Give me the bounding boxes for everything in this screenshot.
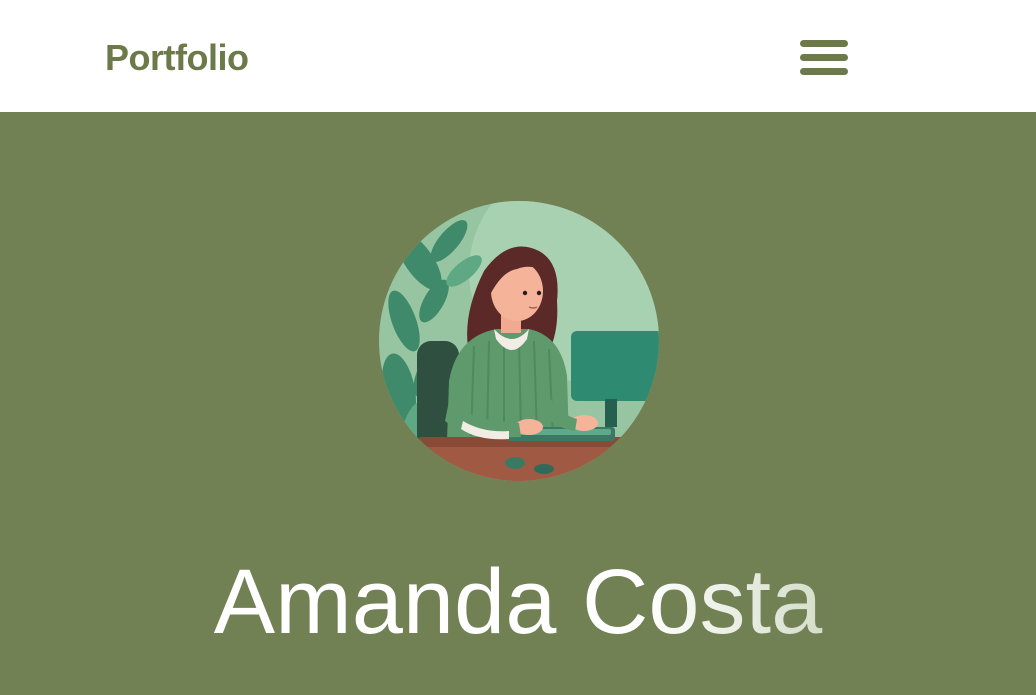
- avatar-illustration: [379, 201, 659, 481]
- avatar: [379, 201, 659, 481]
- navbar: Portfolio: [0, 0, 1036, 112]
- brand-logo[interactable]: Portfolio: [105, 34, 249, 82]
- menu-toggle-button[interactable]: [798, 36, 850, 80]
- hero-name: Amanda Costa: [0, 547, 1036, 657]
- hamburger-menu-icon: [800, 40, 848, 75]
- hero-section: Amanda Costa: [0, 112, 1036, 695]
